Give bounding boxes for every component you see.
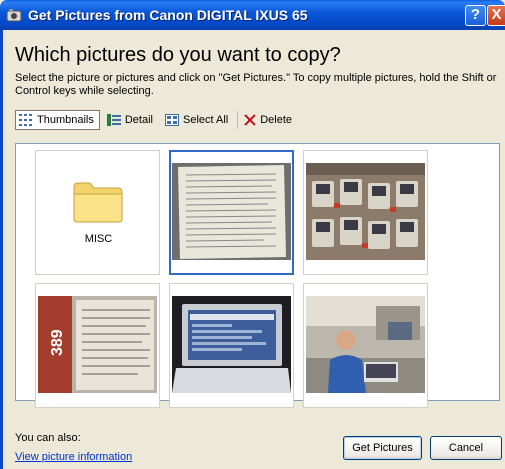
price-tag-photo-thumbnail[interactable]: 389 [35, 283, 160, 408]
person-photo-thumbnail[interactable] [303, 283, 428, 408]
detail-icon [106, 114, 121, 126]
cancel-button[interactable]: Cancel [430, 436, 502, 460]
select-all-button[interactable]: Select All [162, 110, 233, 130]
price-tag-text: 389 [49, 329, 66, 356]
dialog-content: Which pictures do you want to copy? Sele… [0, 30, 505, 469]
view-toolbar: Thumbnails Detail Select All Delete [15, 108, 495, 132]
detail-label: Detail [124, 114, 153, 126]
delete-label: Delete [260, 114, 293, 126]
camera-icon [6, 9, 22, 22]
toolbar-divider [237, 111, 239, 129]
laptop-photo-thumbnail[interactable] [169, 283, 294, 408]
person-at-desk-photo [306, 296, 425, 393]
title-bar[interactable]: Get Pictures from Canon DIGITAL IXUS 65 … [0, 0, 505, 30]
thumbnails-view-button[interactable]: Thumbnails [15, 110, 100, 130]
detail-view-button[interactable]: Detail [104, 110, 158, 130]
window-title: Get Pictures from Canon DIGITAL IXUS 65 [28, 7, 308, 23]
instructions-text: Select the picture or pictures and click… [15, 72, 497, 97]
thumbnails-label: Thumbnails [37, 114, 94, 126]
get-pictures-button[interactable]: Get Pictures [343, 436, 422, 460]
select-all-icon [164, 114, 179, 126]
you-can-also-label: You can also: [15, 432, 81, 444]
view-picture-information-link[interactable]: View picture information [15, 451, 132, 463]
folder-label: MISC [84, 233, 113, 245]
phones-photo [306, 163, 425, 260]
thumbnails-pane[interactable]: MISC 389 [15, 143, 500, 408]
dialog-window: Get Pictures from Canon DIGITAL IXUS 65 … [0, 0, 505, 469]
close-button[interactable]: X [487, 5, 505, 26]
thumbnails-icon [19, 114, 32, 126]
price-tag-photo: 389 [38, 296, 157, 393]
folder-icon [73, 182, 123, 223]
phones-photo-thumbnail[interactable] [303, 150, 428, 275]
document-photo-thumbnail[interactable] [169, 150, 294, 275]
page-title: Which pictures do you want to copy? [15, 44, 341, 66]
folder-thumbnail[interactable]: MISC [35, 150, 160, 275]
help-button[interactable]: ? [465, 5, 486, 26]
laptop-photo [172, 296, 291, 393]
delete-button[interactable]: Delete [241, 110, 297, 130]
document-photo [172, 163, 291, 260]
delete-x-icon [244, 114, 256, 126]
select-all-label: Select All [182, 114, 229, 126]
